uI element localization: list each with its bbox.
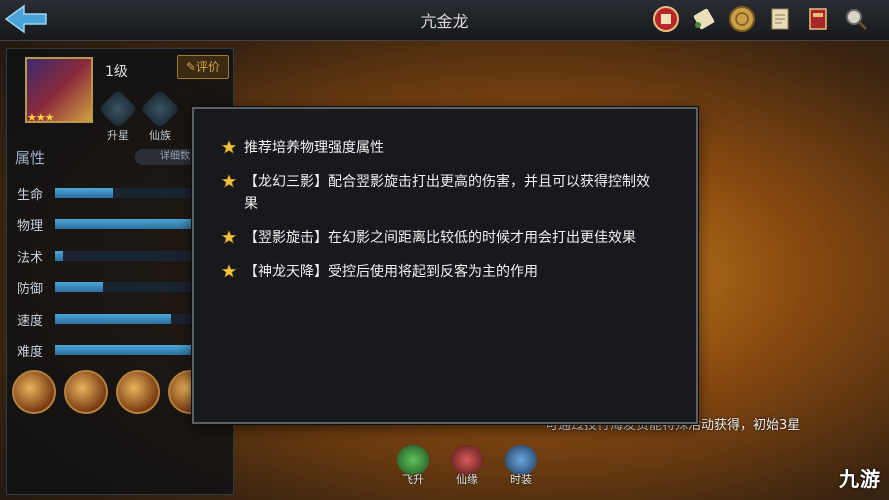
watermark-logo: 九游 — [839, 467, 881, 491]
attr-bar-track — [55, 314, 191, 324]
star-up-button[interactable]: 升星 — [98, 89, 138, 143]
attributes-heading: 属性 — [15, 149, 46, 167]
skill-icon-1[interactable] — [12, 370, 56, 414]
attr-label: 生命 — [17, 188, 44, 203]
seal-icon[interactable] — [651, 4, 681, 34]
coin-icon[interactable] — [727, 4, 757, 34]
skill-icon-2[interactable] — [64, 370, 108, 414]
star-icon — [222, 264, 236, 278]
parchment-icon[interactable] — [765, 4, 795, 34]
book-icon[interactable] — [803, 4, 833, 34]
skill-list — [12, 370, 212, 414]
tab-ascend-label: 飞升 — [402, 473, 424, 486]
star-icon — [222, 140, 236, 154]
attr-bar-fill — [55, 314, 171, 324]
clan-button[interactable]: 仙族 — [140, 89, 180, 143]
tip-text: 【龙幻三影】配合翌影旋击打出更高的伤害，并且可以获得控制效果 — [244, 174, 650, 212]
star-icon — [222, 174, 236, 188]
attr-label: 速度 — [17, 314, 44, 329]
attr-bar-track — [55, 345, 191, 355]
hero-level: 1级 — [105, 64, 128, 80]
attr-bar-fill — [55, 345, 191, 355]
star-icon — [222, 230, 236, 244]
evaluate-button[interactable]: ✎评价 — [177, 55, 229, 79]
tab-fate-label: 仙缘 — [456, 473, 478, 486]
scroll-icon[interactable] — [689, 4, 719, 34]
tip-list: 推荐培养物理强度属性 【龙幻三影】配合翌影旋击打出更高的伤害，并且可以获得控制效… — [222, 137, 662, 295]
attr-bar-track — [55, 188, 191, 198]
attr-label: 物理 — [17, 219, 44, 234]
tab-costume-label: 时装 — [510, 473, 532, 486]
list-item: 【翌影旋击】在幻影之间距离比较低的时候才用会打出更佳效果 — [222, 227, 662, 249]
attr-bar-track — [55, 219, 191, 229]
top-icon-group — [651, 4, 871, 34]
magnifier-icon[interactable] — [841, 4, 871, 34]
list-item: 【龙幻三影】配合翌影旋击打出更高的伤害，并且可以获得控制效果 — [222, 171, 662, 215]
tip-text: 【翌影旋击】在幻影之间距离比较低的时候才用会打出更佳效果 — [244, 230, 636, 246]
attr-bar-track — [55, 282, 191, 292]
attr-bar-fill — [55, 282, 103, 292]
tab-fate[interactable]: 仙缘 — [449, 445, 485, 487]
star-rating: ★★★ — [27, 111, 55, 124]
star-up-icon — [98, 89, 138, 129]
attr-bar-fill — [55, 188, 114, 198]
bottom-tab-bar: 飞升 仙缘 时装 — [395, 445, 539, 487]
star-up-label: 升星 — [107, 129, 129, 142]
tips-dialog[interactable]: 推荐培养物理强度属性 【龙幻三影】配合翌影旋击打出更高的伤害，并且可以获得控制效… — [192, 107, 698, 424]
attr-label: 法术 — [17, 251, 44, 266]
clan-icon — [140, 89, 180, 129]
evaluate-label: 评价 — [196, 60, 221, 74]
list-item: 【神龙天降】受控后使用将起到反客为主的作用 — [222, 261, 662, 283]
skill-icon-3[interactable] — [116, 370, 160, 414]
list-item: 推荐培养物理强度属性 — [222, 137, 662, 159]
attr-bar-fill — [55, 251, 64, 261]
tip-text: 推荐培养物理强度属性 — [244, 140, 384, 156]
tip-text: 【神龙天降】受控后使用将起到反客为主的作用 — [244, 264, 538, 280]
tab-costume[interactable]: 时装 — [503, 445, 539, 487]
edit-icon: ✎ — [185, 60, 197, 74]
attr-label: 防御 — [17, 282, 44, 297]
attr-bar-track — [55, 251, 191, 261]
clan-label: 仙族 — [149, 129, 171, 142]
tab-ascend[interactable]: 飞升 — [395, 445, 431, 487]
attr-label: 难度 — [17, 345, 44, 360]
top-bar: 亢金龙 — [0, 0, 889, 41]
attr-bar-fill — [55, 219, 191, 229]
